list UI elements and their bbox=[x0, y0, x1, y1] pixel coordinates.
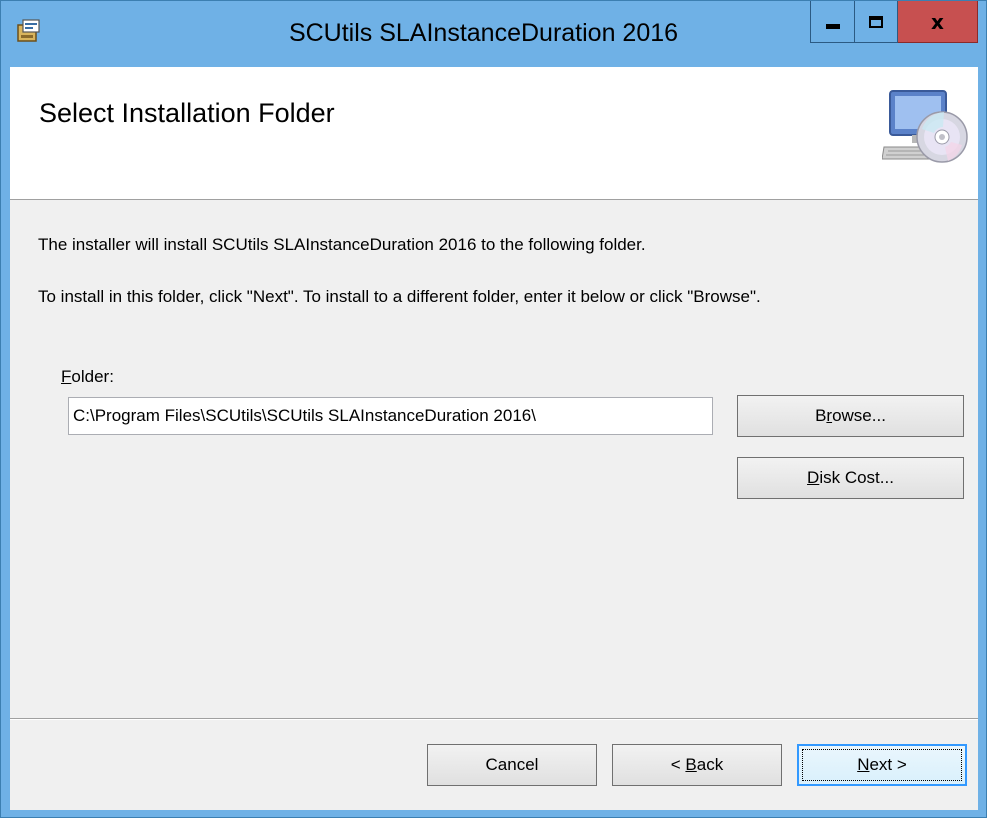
title-bar[interactable]: SCUtils SLAInstanceDuration 2016 x bbox=[1, 1, 986, 67]
footer-separator bbox=[10, 718, 978, 720]
computer-cd-icon bbox=[882, 90, 968, 163]
page-title: Select Installation Folder bbox=[39, 98, 335, 128]
install-instructions: To install in this folder, click "Next".… bbox=[38, 287, 761, 306]
disk-cost-button[interactable]: Disk Cost... bbox=[737, 457, 964, 499]
back-label-post: ack bbox=[696, 755, 724, 774]
folder-label: Folder: bbox=[61, 367, 114, 387]
focus-indicator bbox=[802, 749, 962, 781]
close-icon: x bbox=[931, 9, 944, 34]
installer-window: SCUtils SLAInstanceDuration 2016 x Selec… bbox=[0, 0, 987, 818]
back-label-pre: < bbox=[670, 755, 686, 774]
cancel-label: Cancel bbox=[485, 755, 539, 774]
folder-path-input[interactable] bbox=[68, 397, 713, 435]
minimize-icon bbox=[825, 24, 840, 29]
next-button[interactable]: Next > bbox=[797, 744, 967, 786]
install-description: The installer will install SCUtils SLAIn… bbox=[38, 235, 646, 254]
browse-label-post: owse... bbox=[832, 406, 886, 425]
back-label-accelerator: B bbox=[685, 755, 697, 774]
minimize-button[interactable] bbox=[810, 1, 854, 43]
disk-cost-label-accelerator: D bbox=[807, 468, 820, 487]
header-banner: Select Installation Folder bbox=[10, 67, 978, 200]
browse-label-pre: B bbox=[815, 406, 827, 425]
close-button[interactable]: x bbox=[898, 1, 978, 43]
back-button[interactable]: < Back bbox=[612, 744, 782, 786]
browse-button[interactable]: Br owse... bbox=[737, 395, 964, 437]
folder-label-accelerator: F bbox=[61, 367, 72, 386]
disk-cost-label-post: isk Cost... bbox=[819, 468, 894, 487]
maximize-icon bbox=[869, 15, 883, 28]
folder-label-text: older: bbox=[71, 367, 114, 386]
maximize-button[interactable] bbox=[854, 1, 898, 43]
cancel-button[interactable]: Cancel bbox=[427, 744, 597, 786]
window-controls: x bbox=[810, 1, 978, 45]
dialog-client-area: Select Installation Folder The installer bbox=[10, 67, 978, 810]
